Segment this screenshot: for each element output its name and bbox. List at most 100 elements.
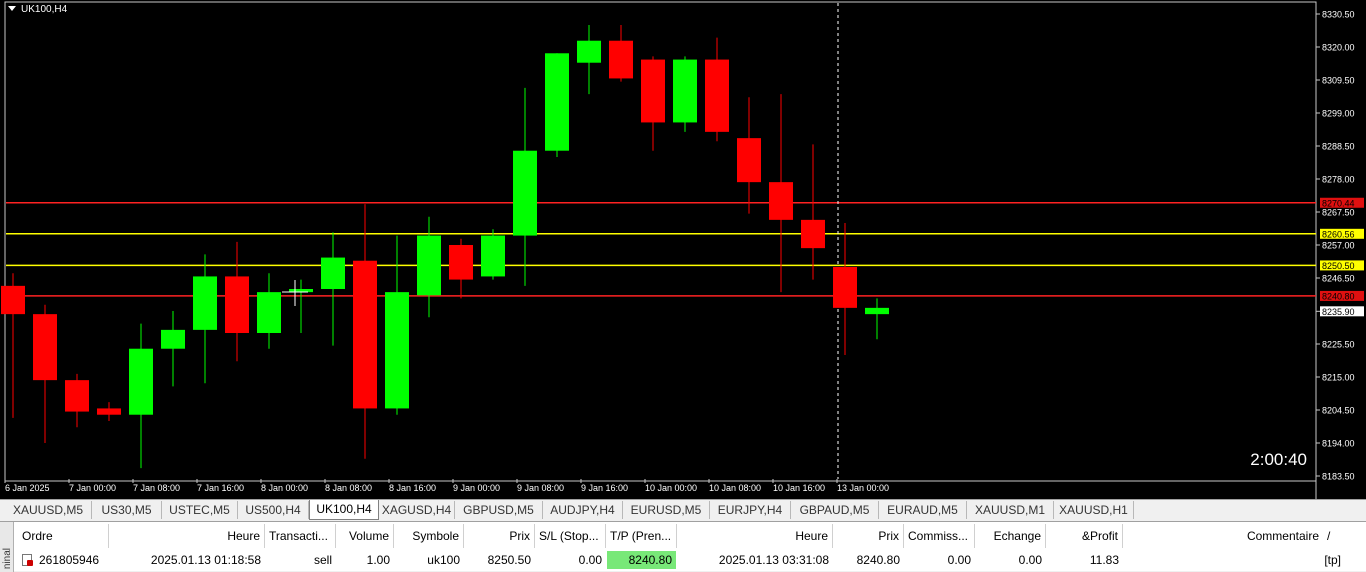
candle-body[interactable]	[833, 267, 857, 308]
tab-xauusd-m1[interactable]: XAUUSD,M1	[967, 501, 1054, 519]
candle-body[interactable]	[257, 292, 281, 333]
x-tick-label: 9 Jan 16:00	[581, 483, 628, 493]
y-tick-label: 8320.00	[1322, 43, 1355, 53]
cell-open-price: 8250.50	[487, 553, 531, 567]
y-tick-label: 8267.50	[1322, 208, 1355, 218]
candle-body[interactable]	[97, 408, 121, 415]
candle-body[interactable]	[161, 329, 185, 349]
cell-swap: 0.00	[1018, 553, 1042, 567]
level-label: 8240.80	[1322, 291, 1355, 301]
col-comment[interactable]: Commentaire	[1123, 524, 1323, 548]
y-tick-label: 8183.50	[1322, 472, 1355, 482]
level-label: 8270.44	[1322, 198, 1355, 208]
x-tick-label: 7 Jan 00:00	[69, 483, 116, 493]
candle-body[interactable]	[609, 40, 633, 79]
terminal-side-strip[interactable]: ninal	[0, 522, 14, 572]
candle-body[interactable]	[769, 182, 793, 220]
tab-uk100-h4[interactable]: UK100,H4	[309, 500, 379, 520]
sell-order-icon	[22, 554, 33, 566]
candle-body[interactable]	[129, 348, 153, 415]
col-open-time[interactable]: Heure	[109, 524, 265, 548]
current-price-label: 8235.90	[1322, 307, 1355, 317]
x-tick-label: 10 Jan 08:00	[709, 483, 761, 493]
level-label: 8250.50	[1322, 261, 1355, 271]
tab-xauusd-m5[interactable]: XAUUSD,M5	[5, 501, 92, 519]
candle-body[interactable]	[321, 257, 345, 289]
col-order[interactable]: Ordre	[18, 524, 109, 548]
tab-euraud-m5[interactable]: EURAUD,M5	[879, 501, 967, 519]
bar-countdown: 2:00:40	[1250, 450, 1307, 469]
tab-eurusd-m5[interactable]: EURUSD,M5	[623, 501, 710, 519]
x-tick-label: 10 Jan 16:00	[773, 483, 825, 493]
col-swap[interactable]: Echange	[975, 524, 1046, 548]
candle-body[interactable]	[385, 292, 409, 409]
level-label: 8260.56	[1322, 229, 1355, 239]
candle-body[interactable]	[737, 138, 761, 183]
candle-body[interactable]	[65, 380, 89, 412]
col-commission[interactable]: Commiss...	[904, 524, 975, 548]
x-tick-label: 13 Jan 00:00	[837, 483, 889, 493]
chart-area[interactable]: UK100,H4 8330.50 8320.00 8309.50 8299.00 828…	[0, 0, 1366, 499]
candle-body[interactable]	[449, 245, 473, 280]
candlestick-chart[interactable]: 8330.50 8320.00 8309.50 8299.00 8288.50 8278.…	[0, 0, 1366, 499]
cell-commission: 0.00	[947, 553, 971, 567]
x-tick-label: 8 Jan 00:00	[261, 483, 308, 493]
tab-us500-h4[interactable]: US500,H4	[238, 501, 309, 519]
col-sl[interactable]: S/L (Stop...	[535, 524, 606, 548]
y-tick-label: 8288.50	[1322, 142, 1355, 152]
candle-body[interactable]	[545, 53, 569, 151]
tab-xauusd-h1[interactable]: XAUUSD,H1	[1054, 501, 1134, 519]
candle-body[interactable]	[865, 307, 889, 315]
candle-body[interactable]	[417, 235, 441, 296]
col-type[interactable]: Transacti...	[265, 524, 336, 548]
col-volume[interactable]: Volume	[336, 524, 394, 548]
col-tp[interactable]: T/P (Pren...	[606, 524, 677, 548]
tab-gbpaud-m5[interactable]: GBPAUD,M5	[791, 501, 879, 519]
tab-gbpusd-m5[interactable]: GBPUSD,M5	[455, 501, 543, 519]
y-tick-label: 8225.50	[1322, 340, 1355, 350]
y-tick-label: 8299.00	[1322, 109, 1355, 119]
y-tick-label: 8246.50	[1322, 274, 1355, 284]
candle-body[interactable]	[353, 260, 377, 409]
candle-body[interactable]	[705, 59, 729, 132]
candle-body[interactable]	[577, 40, 601, 63]
y-tick-label: 8257.00	[1322, 241, 1355, 251]
cell-close-time: 2025.01.13 03:31:08	[718, 553, 829, 567]
cell-sl: 0.00	[578, 553, 602, 567]
terminal-side-label: ninal	[2, 548, 13, 570]
candle-body[interactable]	[193, 276, 217, 330]
tab-us30-m5[interactable]: US30,M5	[92, 501, 162, 519]
candle-body[interactable]	[225, 276, 249, 333]
cell-close-price: 8240.80	[856, 553, 900, 567]
candle-body[interactable]	[33, 314, 57, 381]
x-tick-label: 10 Jan 00:00	[645, 483, 697, 493]
tab-eurjpy-h4[interactable]: EURJPY,H4	[710, 501, 791, 519]
x-tick-label: 9 Jan 08:00	[517, 483, 564, 493]
y-tick-label: 8278.00	[1322, 175, 1355, 185]
candle-body[interactable]	[801, 219, 825, 249]
col-close-time[interactable]: Heure	[677, 524, 833, 548]
col-extra[interactable]: /	[1323, 524, 1343, 548]
x-tick-label: 8 Jan 08:00	[325, 483, 372, 493]
col-open-price[interactable]: Prix	[464, 524, 535, 548]
col-close-price[interactable]: Prix	[833, 524, 904, 548]
x-tick-label: 8 Jan 16:00	[389, 483, 436, 493]
candle-body[interactable]	[641, 59, 665, 123]
chart-tab-bar: XAUUSD,M5 US30,M5 USTEC,M5 US500,H4 UK100,H4…	[0, 499, 1366, 521]
x-tick-label: 9 Jan 00:00	[453, 483, 500, 493]
tab-audjpy-h4[interactable]: AUDJPY,H4	[543, 501, 623, 519]
x-tick-label: 7 Jan 08:00	[133, 483, 180, 493]
candle-body[interactable]	[673, 59, 697, 123]
x-tick-label: 6 Jan 2025	[5, 483, 50, 493]
chart-menu-arrow-icon[interactable]	[8, 6, 16, 11]
col-profit[interactable]: &Profit	[1046, 524, 1123, 548]
candle-body[interactable]	[513, 150, 537, 236]
tab-ustec-m5[interactable]: USTEC,M5	[162, 501, 238, 519]
y-tick-label: 8194.00	[1322, 439, 1355, 449]
col-symbol[interactable]: Symbole	[394, 524, 464, 548]
tab-xagusd-h4[interactable]: XAGUSD,H4	[379, 501, 455, 519]
candle-body[interactable]	[1, 285, 25, 315]
cell-open-time: 2025.01.13 01:18:58	[150, 553, 261, 567]
y-tick-label: 8204.50	[1322, 406, 1355, 416]
candle-body[interactable]	[481, 235, 505, 277]
